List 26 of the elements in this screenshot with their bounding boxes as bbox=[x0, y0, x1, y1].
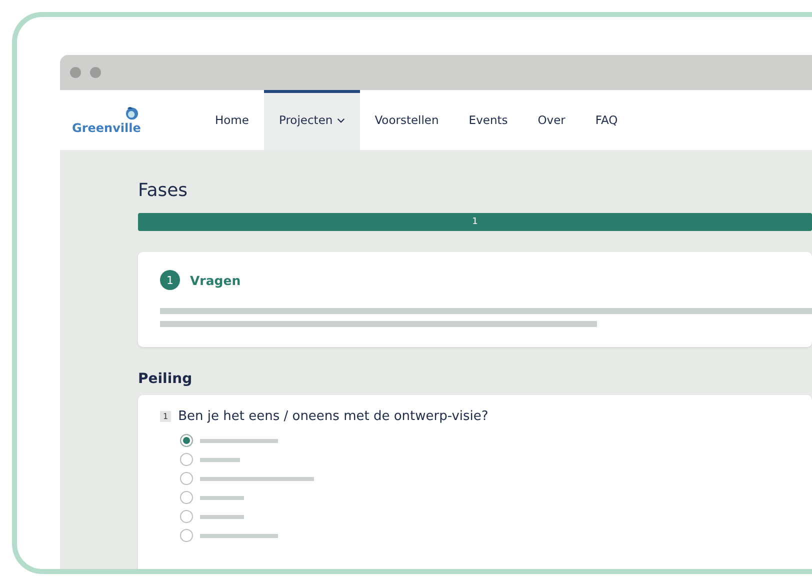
question-number: 1 bbox=[160, 411, 172, 422]
phase-number: 1 bbox=[160, 270, 180, 290]
phase-title: Vragen bbox=[190, 272, 241, 288]
nav-tab[interactable]: Projecten bbox=[264, 90, 360, 150]
radio-button[interactable] bbox=[180, 453, 193, 466]
radio-button[interactable] bbox=[180, 529, 193, 542]
radio-button[interactable] bbox=[180, 491, 193, 504]
window-control-icon[interactable] bbox=[90, 67, 101, 78]
section-heading: Peiling bbox=[138, 371, 194, 387]
text-placeholder bbox=[200, 496, 244, 500]
radio-button[interactable] bbox=[180, 434, 193, 447]
text-placeholder bbox=[200, 514, 244, 518]
nav-tab[interactable]: FAQ bbox=[580, 90, 633, 150]
radio-button[interactable] bbox=[180, 472, 193, 485]
nav-tab[interactable]: Events bbox=[454, 90, 523, 150]
logo-text[interactable]: Greenville bbox=[72, 121, 200, 135]
nav-tab[interactable]: Over bbox=[522, 90, 580, 150]
nav-tab[interactable]: Voorstellen bbox=[360, 90, 454, 150]
phase-step[interactable]: 1 bbox=[138, 213, 812, 231]
question-text: Ben je het eens / oneens met de ontwerp-visie? bbox=[178, 409, 488, 424]
logo-icon bbox=[124, 105, 140, 121]
section-heading: Fases bbox=[138, 180, 189, 201]
nav-tab[interactable]: Home bbox=[200, 90, 264, 150]
window-control-icon[interactable] bbox=[70, 67, 81, 78]
radio-button[interactable] bbox=[180, 510, 193, 523]
text-placeholder bbox=[200, 458, 240, 462]
